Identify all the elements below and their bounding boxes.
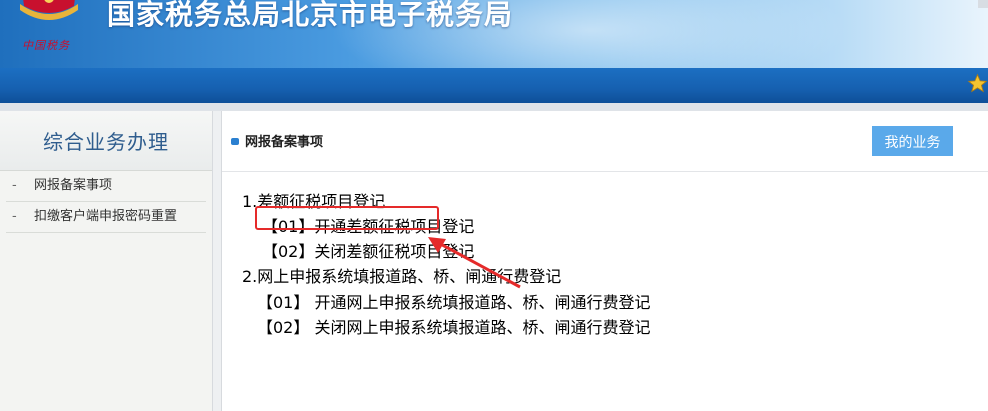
item-code: 【02】 (262, 242, 315, 261)
site-header: 中国税务 国家税务总局北京市电子税务局 (0, 0, 988, 103)
sidebar-item-label: 网报备案事项 (34, 178, 113, 193)
sidebar-item-filing-records[interactable]: - 网报备案事项 (6, 171, 206, 202)
item-code: 【01】 (257, 293, 310, 312)
group-heading: 2.网上申报系统填报道路、桥、闸通行费登记 (242, 267, 562, 286)
highlight-box (255, 206, 439, 230)
sidebar: 综合业务办理 - 网报备案事项 - 扣缴客户端申报密码重置 (0, 111, 213, 411)
header-nav-band (0, 68, 988, 103)
menu-dash: - (12, 209, 17, 224)
sidebar-menu: - 网报备案事项 - 扣缴客户端申报密码重置 (0, 171, 212, 233)
my-business-button[interactable]: 我的业务 (872, 126, 953, 156)
list-item[interactable]: 【02】 关闭网上申报系统填报道路、桥、闸通行费登记 (257, 314, 650, 338)
header-divider (0, 103, 988, 111)
bullet-icon (231, 138, 239, 145)
item-link[interactable]: 开通网上申报系统填报道路、桥、闸通行费登记 (314, 293, 650, 312)
item-code: 【02】 (257, 318, 310, 337)
section-title: 网报备案事项 (245, 135, 324, 150)
favorite-star-icon[interactable] (967, 73, 988, 94)
item-link[interactable]: 关闭差额征税项目登记 (314, 242, 474, 261)
list-item[interactable]: 【02】关闭差额征税项目登记 (262, 238, 474, 262)
list-item[interactable]: 【01】 开通网上申报系统填报道路、桥、闸通行费登记 (257, 289, 650, 313)
main-header: 网报备案事项 我的业务 (222, 111, 988, 172)
window-scrollbar[interactable] (978, 0, 988, 8)
main-panel: 网报备案事项 我的业务 1.差额征税项目登记 【01】开通差额征税项目登记 【0… (221, 111, 988, 411)
tax-emblem-icon (20, 0, 78, 20)
logo-caption: 中国税务 (22, 39, 70, 52)
sidebar-item-password-reset[interactable]: - 扣缴客户端申报密码重置 (6, 202, 206, 233)
menu-dash: - (12, 178, 17, 193)
item-link[interactable]: 关闭网上申报系统填报道路、桥、闸通行费登记 (314, 318, 650, 337)
sidebar-item-label: 扣缴客户端申报密码重置 (34, 209, 178, 224)
site-title: 国家税务总局北京市电子税务局 (107, 0, 514, 31)
sidebar-title: 综合业务办理 (0, 111, 212, 171)
